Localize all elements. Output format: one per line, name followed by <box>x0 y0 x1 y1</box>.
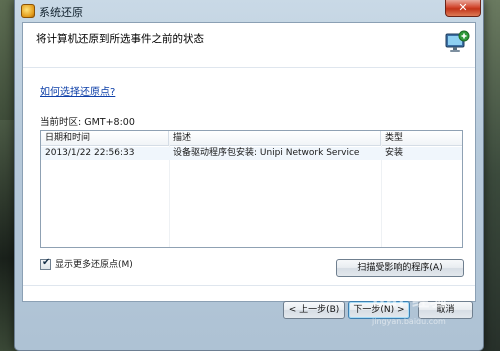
watermark-main: Bai 经验 <box>372 291 449 311</box>
row-date: 2013/1/22 22:56:33 <box>45 148 135 158</box>
table-header: 日期和时间 描述 ^ 类型 <box>41 131 462 146</box>
watermark-url: jingyan.baidu.com <box>372 317 446 326</box>
column-type[interactable]: 类型 <box>381 131 462 145</box>
page-heading: 将计算机还原到所选事件之前的状态 <box>36 33 204 45</box>
checkmark-icon: ✔ <box>42 257 51 268</box>
content-panel: 将计算机还原到所选事件之前的状态 如何选择还原点? 当前时区: GMT+8:00… <box>22 22 476 302</box>
header-band: 将计算机还原到所选事件之前的状态 <box>23 23 475 68</box>
column-description[interactable]: 描述 <box>169 131 381 145</box>
table-row[interactable]: 2013/1/22 22:56:33 设备驱动程序包安装: Unipi Netw… <box>41 147 462 160</box>
column-description-label: 描述 <box>173 133 192 143</box>
scan-affected-programs-button[interactable]: 扫描受影响的程序(A) <box>336 259 464 277</box>
window-title: 系统还原 <box>39 6 83 19</box>
row-type: 安装 <box>385 148 404 158</box>
show-more-checkbox[interactable]: ✔ <box>40 257 51 270</box>
baidu-watermark: Bai 经验 jingyan.baidu.com <box>372 286 478 330</box>
column-divider <box>381 145 382 247</box>
how-to-choose-link[interactable]: 如何选择还原点? <box>40 83 115 98</box>
row-description: 设备驱动程序包安装: Unipi Network Service <box>173 148 360 158</box>
show-more-label: 显示更多还原点(M) <box>55 260 133 270</box>
monitor-restore-icon <box>445 30 470 52</box>
back-button[interactable]: < 上一步(B) <box>283 301 345 319</box>
restore-points-table[interactable]: 日期和时间 描述 ^ 类型 2013/1/22 22:56:33 设备驱动程序包… <box>40 130 463 248</box>
close-button[interactable]: ✕ <box>445 0 481 17</box>
title-bar[interactable]: 系统还原 ✕ <box>15 0 483 22</box>
sort-arrow-icon: ^ <box>269 130 275 136</box>
timezone-label: 当前时区: GMT+8:00 <box>40 117 135 128</box>
column-divider <box>169 145 170 247</box>
system-restore-icon <box>21 4 35 18</box>
column-date[interactable]: 日期和时间 <box>41 131 169 145</box>
